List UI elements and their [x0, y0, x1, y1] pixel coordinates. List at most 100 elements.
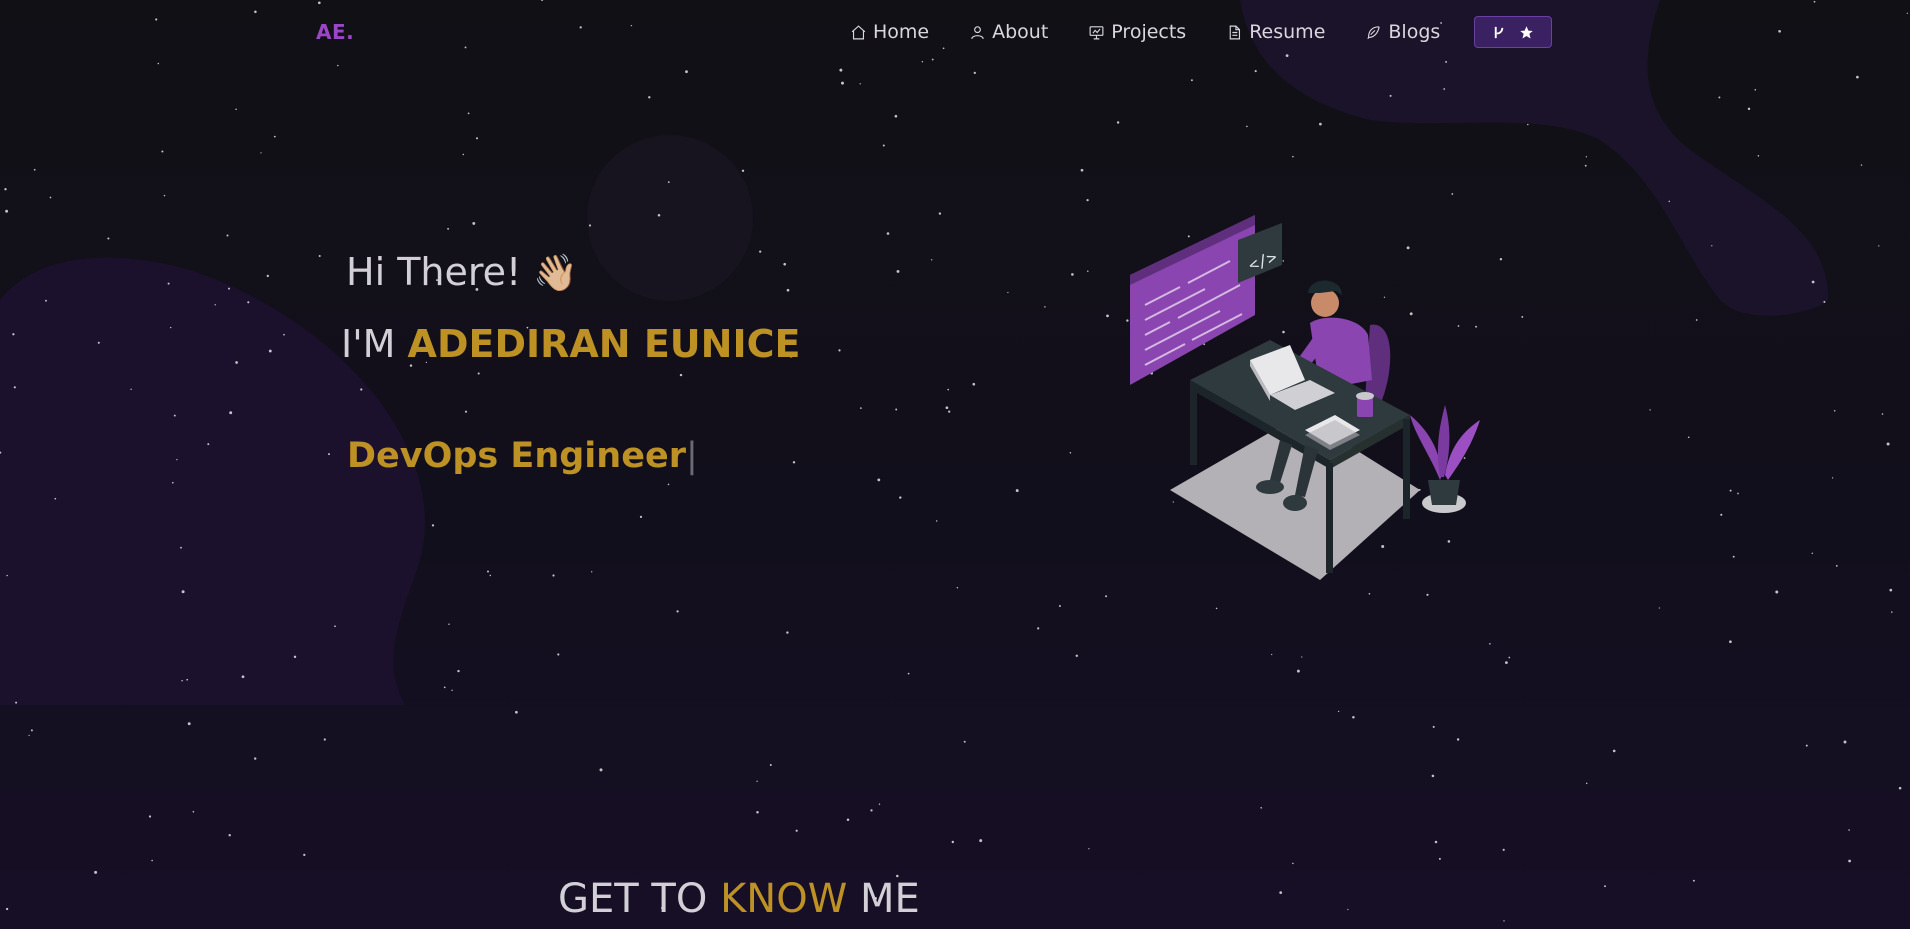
star: [931, 58, 934, 61]
nav-about-label: About: [992, 21, 1049, 43]
star: [187, 722, 191, 726]
nav-projects[interactable]: Projects: [1088, 21, 1186, 43]
star: [667, 483, 670, 486]
star: [1058, 605, 1061, 607]
star: [1246, 125, 1248, 128]
star: [860, 407, 862, 409]
star: [186, 678, 189, 681]
nav-home[interactable]: Home: [850, 21, 929, 43]
star: [1456, 738, 1460, 741]
star: [841, 81, 844, 85]
star: [838, 349, 841, 352]
star: [1521, 315, 1524, 318]
star: [1190, 79, 1193, 82]
star: [1007, 291, 1009, 294]
star: [1891, 611, 1893, 613]
star: [1878, 245, 1880, 247]
star: [1319, 122, 1322, 126]
star: [303, 853, 306, 857]
star: [945, 406, 949, 410]
star: [1906, 12, 1908, 14]
star: [226, 234, 229, 237]
star: [33, 168, 36, 171]
star: [1668, 200, 1671, 203]
star: [1489, 643, 1491, 645]
star: [1527, 123, 1529, 126]
star: [1805, 744, 1808, 747]
star: [448, 623, 450, 626]
star: [1086, 198, 1089, 202]
star: [1720, 513, 1723, 516]
star: [1737, 492, 1739, 495]
star: [1502, 848, 1505, 851]
star: [268, 349, 272, 353]
star: [846, 818, 850, 822]
star: [1431, 774, 1435, 778]
star: [207, 443, 210, 446]
star-icon: [1520, 25, 1534, 38]
star: [1692, 879, 1695, 882]
star: [155, 18, 158, 21]
star: [795, 829, 798, 832]
star: [1886, 442, 1890, 446]
star: [1015, 489, 1019, 493]
name-prefix: I'M: [341, 322, 396, 366]
star: [895, 408, 898, 411]
star: [648, 96, 651, 99]
star: [1754, 89, 1757, 91]
star: [1833, 410, 1836, 412]
star: [1823, 300, 1826, 303]
star: [1889, 588, 1893, 592]
star: [1106, 314, 1109, 318]
main-nav: Home About Projects Resume Blogs: [850, 16, 1553, 48]
star: [792, 461, 796, 464]
star: [886, 232, 890, 235]
nav-resume-label: Resume: [1249, 21, 1326, 43]
star: [667, 181, 670, 184]
star: [936, 520, 938, 522]
nav-blogs[interactable]: Blogs: [1365, 21, 1440, 43]
star: [1813, 0, 1816, 3]
star: [1584, 164, 1587, 167]
star: [1729, 489, 1732, 492]
star: [229, 411, 233, 415]
star: [1105, 595, 1108, 598]
star: [1445, 60, 1448, 63]
star: [1285, 54, 1289, 57]
star: [1347, 908, 1349, 911]
star: [1848, 859, 1851, 863]
star: [1116, 121, 1120, 124]
star: [870, 809, 873, 812]
star: [756, 811, 759, 814]
star: [462, 153, 465, 156]
star: [49, 196, 52, 199]
star: [894, 114, 898, 118]
star: [1757, 155, 1760, 157]
star: [1075, 654, 1079, 658]
star: [676, 610, 679, 613]
github-fork-star-button[interactable]: [1474, 16, 1553, 48]
star: [1649, 409, 1651, 411]
nav-resume[interactable]: Resume: [1226, 21, 1325, 43]
star: [157, 62, 160, 65]
star: [5, 209, 9, 213]
star: [1585, 156, 1588, 158]
star: [769, 764, 772, 766]
nav-about[interactable]: About: [969, 21, 1048, 43]
star: [1778, 29, 1781, 33]
star: [882, 144, 885, 147]
site-logo[interactable]: AE.: [316, 20, 354, 44]
star: [639, 515, 643, 519]
star: [328, 453, 330, 456]
star: [475, 137, 479, 140]
star: [6, 574, 8, 577]
star: [588, 224, 592, 227]
star: [151, 859, 153, 862]
star: [1881, 413, 1884, 415]
star: [1296, 669, 1300, 673]
star: [1352, 715, 1355, 719]
star: [1658, 607, 1661, 609]
star: [1747, 107, 1751, 111]
nav-projects-label: Projects: [1111, 21, 1187, 43]
star: [679, 373, 683, 377]
